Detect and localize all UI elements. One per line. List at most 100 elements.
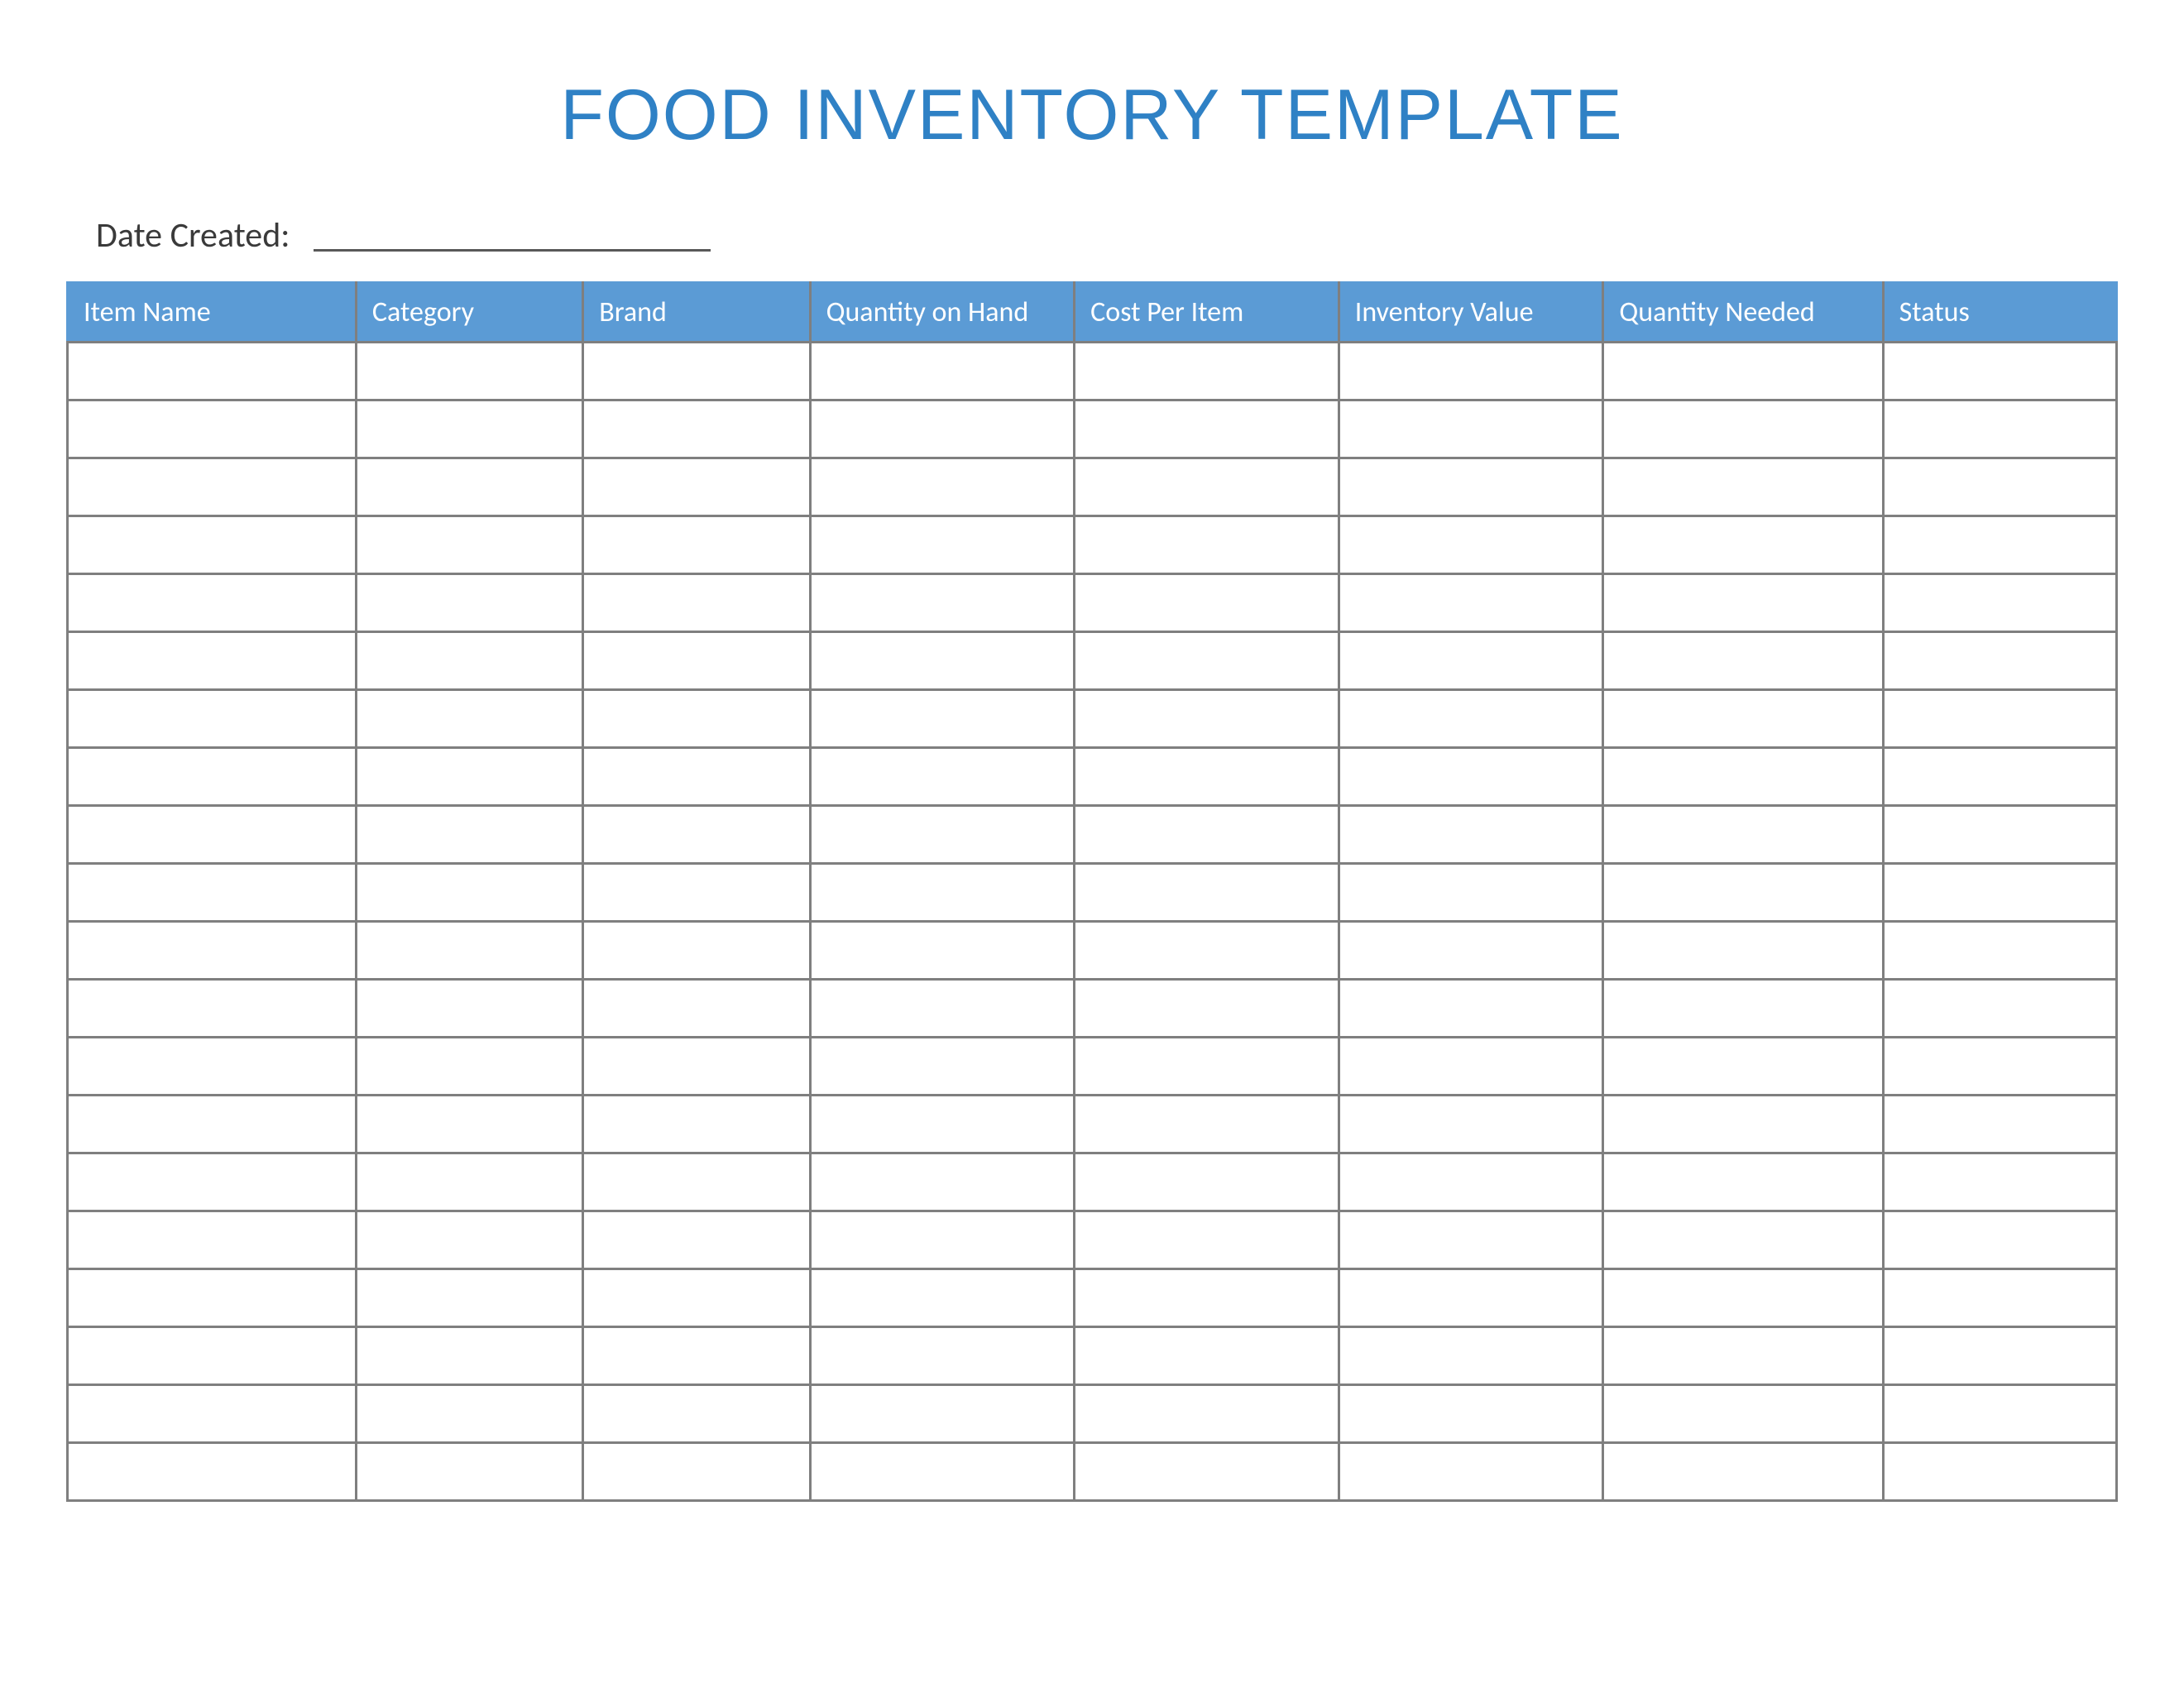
table-cell[interactable] xyxy=(1883,400,2116,458)
table-cell[interactable] xyxy=(356,1153,582,1211)
table-cell[interactable] xyxy=(68,748,357,806)
table-cell[interactable] xyxy=(583,574,810,632)
table-cell[interactable] xyxy=(1339,1211,1603,1269)
table-cell[interactable] xyxy=(356,922,582,980)
table-cell[interactable] xyxy=(1603,980,1883,1038)
table-cell[interactable] xyxy=(68,690,357,748)
date-created-input-line[interactable] xyxy=(314,249,711,252)
table-cell[interactable] xyxy=(1075,343,1339,400)
table-cell[interactable] xyxy=(810,1211,1075,1269)
table-cell[interactable] xyxy=(68,980,357,1038)
table-cell[interactable] xyxy=(1075,574,1339,632)
table-cell[interactable] xyxy=(68,806,357,864)
table-cell[interactable] xyxy=(583,864,810,922)
table-cell[interactable] xyxy=(1603,1269,1883,1327)
table-cell[interactable] xyxy=(356,864,582,922)
table-cell[interactable] xyxy=(583,343,810,400)
table-cell[interactable] xyxy=(356,343,582,400)
table-cell[interactable] xyxy=(810,458,1075,516)
table-cell[interactable] xyxy=(1075,1211,1339,1269)
table-cell[interactable] xyxy=(68,922,357,980)
table-cell[interactable] xyxy=(810,400,1075,458)
table-cell[interactable] xyxy=(1883,458,2116,516)
table-cell[interactable] xyxy=(810,516,1075,574)
table-cell[interactable] xyxy=(1339,690,1603,748)
table-cell[interactable] xyxy=(583,748,810,806)
table-cell[interactable] xyxy=(1603,806,1883,864)
table-cell[interactable] xyxy=(1075,748,1339,806)
table-cell[interactable] xyxy=(1075,1096,1339,1153)
table-cell[interactable] xyxy=(356,1443,582,1501)
table-cell[interactable] xyxy=(1339,516,1603,574)
table-cell[interactable] xyxy=(583,1038,810,1096)
table-cell[interactable] xyxy=(1339,1385,1603,1443)
table-cell[interactable] xyxy=(1603,1038,1883,1096)
table-cell[interactable] xyxy=(356,748,582,806)
table-cell[interactable] xyxy=(356,632,582,690)
table-cell[interactable] xyxy=(1339,632,1603,690)
table-cell[interactable] xyxy=(1075,400,1339,458)
table-cell[interactable] xyxy=(356,690,582,748)
table-cell[interactable] xyxy=(1075,516,1339,574)
table-cell[interactable] xyxy=(68,1443,357,1501)
table-cell[interactable] xyxy=(68,1269,357,1327)
table-cell[interactable] xyxy=(68,864,357,922)
table-cell[interactable] xyxy=(1339,1038,1603,1096)
table-cell[interactable] xyxy=(356,1038,582,1096)
table-cell[interactable] xyxy=(810,343,1075,400)
table-cell[interactable] xyxy=(1075,1327,1339,1385)
table-cell[interactable] xyxy=(1883,1153,2116,1211)
table-cell[interactable] xyxy=(583,922,810,980)
table-cell[interactable] xyxy=(68,1096,357,1153)
table-cell[interactable] xyxy=(1603,574,1883,632)
table-cell[interactable] xyxy=(1883,864,2116,922)
table-cell[interactable] xyxy=(1075,1038,1339,1096)
table-cell[interactable] xyxy=(1603,1327,1883,1385)
table-cell[interactable] xyxy=(68,343,357,400)
table-cell[interactable] xyxy=(1603,922,1883,980)
table-cell[interactable] xyxy=(356,458,582,516)
table-cell[interactable] xyxy=(356,1096,582,1153)
table-cell[interactable] xyxy=(1603,343,1883,400)
table-cell[interactable] xyxy=(68,400,357,458)
table-cell[interactable] xyxy=(810,864,1075,922)
table-cell[interactable] xyxy=(1075,1443,1339,1501)
table-cell[interactable] xyxy=(356,516,582,574)
table-cell[interactable] xyxy=(356,1327,582,1385)
table-cell[interactable] xyxy=(810,748,1075,806)
table-cell[interactable] xyxy=(1883,1327,2116,1385)
table-cell[interactable] xyxy=(1883,574,2116,632)
table-cell[interactable] xyxy=(1883,516,2116,574)
table-cell[interactable] xyxy=(583,980,810,1038)
table-cell[interactable] xyxy=(1339,1443,1603,1501)
table-cell[interactable] xyxy=(1075,1153,1339,1211)
table-cell[interactable] xyxy=(1339,574,1603,632)
table-cell[interactable] xyxy=(68,1038,357,1096)
table-cell[interactable] xyxy=(583,516,810,574)
table-cell[interactable] xyxy=(1339,864,1603,922)
table-cell[interactable] xyxy=(810,574,1075,632)
table-cell[interactable] xyxy=(1339,1327,1603,1385)
table-cell[interactable] xyxy=(1339,922,1603,980)
table-cell[interactable] xyxy=(1075,806,1339,864)
table-cell[interactable] xyxy=(1075,980,1339,1038)
table-cell[interactable] xyxy=(68,1211,357,1269)
table-cell[interactable] xyxy=(1075,690,1339,748)
table-cell[interactable] xyxy=(356,574,582,632)
table-cell[interactable] xyxy=(1603,748,1883,806)
table-cell[interactable] xyxy=(810,1153,1075,1211)
table-cell[interactable] xyxy=(1603,690,1883,748)
table-cell[interactable] xyxy=(356,1269,582,1327)
table-cell[interactable] xyxy=(356,1385,582,1443)
table-cell[interactable] xyxy=(68,632,357,690)
table-cell[interactable] xyxy=(583,1269,810,1327)
table-cell[interactable] xyxy=(810,690,1075,748)
table-cell[interactable] xyxy=(810,1038,1075,1096)
table-cell[interactable] xyxy=(1883,1385,2116,1443)
table-cell[interactable] xyxy=(583,1385,810,1443)
table-cell[interactable] xyxy=(583,1096,810,1153)
table-cell[interactable] xyxy=(1883,632,2116,690)
table-cell[interactable] xyxy=(68,574,357,632)
table-cell[interactable] xyxy=(1883,806,2116,864)
table-cell[interactable] xyxy=(810,1269,1075,1327)
